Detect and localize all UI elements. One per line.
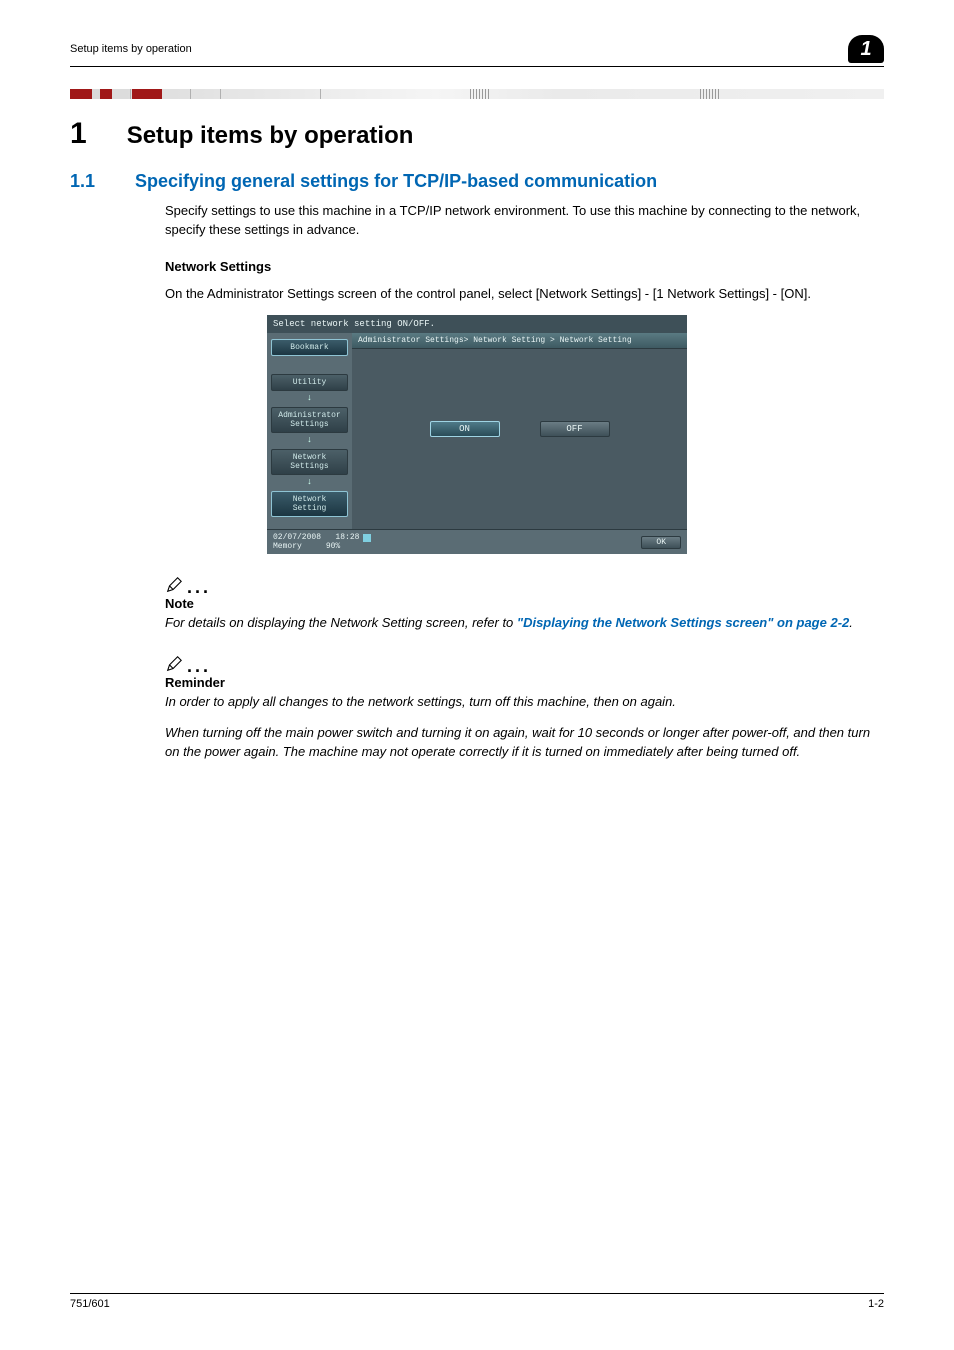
instruction-paragraph: On the Administrator Settings screen of … — [165, 285, 884, 304]
chapter-badge: 1 — [848, 35, 884, 63]
note-block: ... Note For details on displaying the N… — [165, 576, 884, 633]
arrow-down-icon: ↓ — [271, 477, 348, 487]
footer-right: 1-2 — [868, 1298, 884, 1310]
decorative-bar — [70, 89, 884, 99]
ok-button[interactable]: OK — [641, 536, 681, 549]
heading-1: 1 Setup items by operation — [70, 117, 884, 151]
memory-label: Memory — [273, 542, 302, 551]
pencil-icon — [165, 655, 183, 673]
screenshot-sidebar: Bookmark Utility ↓ Administrator Setting… — [267, 333, 352, 529]
dots-icon: ... — [187, 582, 211, 594]
reminder-title: Reminder — [165, 675, 884, 690]
reminder-paragraph-1: In order to apply all changes to the net… — [165, 693, 884, 712]
status-bar-left: 02/07/2008 18:28 Memory 90% — [273, 533, 371, 551]
pencil-icon — [165, 576, 183, 594]
reminder-paragraph-2: When turning off the main power switch a… — [165, 724, 884, 762]
page-footer: 751/601 1-2 — [70, 1293, 884, 1310]
control-panel-screenshot: Select network setting ON/OFF. Bookmark … — [267, 315, 687, 554]
status-date: 02/07/2008 — [273, 533, 321, 542]
admin-settings-button[interactable]: Administrator Settings — [271, 407, 348, 433]
memory-icon — [363, 534, 371, 542]
heading-2-text: Specifying general settings for TCP/IP-b… — [135, 171, 657, 192]
utility-button[interactable]: Utility — [271, 374, 348, 391]
bookmark-button[interactable]: Bookmark — [271, 339, 348, 356]
screenshot-instruction: Select network setting ON/OFF. — [267, 315, 687, 333]
footer-left: 751/601 — [70, 1298, 110, 1310]
intro-paragraph: Specify settings to use this machine in … — [165, 202, 884, 240]
reminder-block: ... Reminder In order to apply all chang… — [165, 655, 884, 762]
status-time: 18:28 — [335, 533, 359, 542]
note-title: Note — [165, 596, 884, 611]
arrow-down-icon: ↓ — [271, 435, 348, 445]
heading-1-text: Setup items by operation — [127, 122, 414, 150]
heading-3: Network Settings — [165, 258, 884, 277]
off-button[interactable]: OFF — [540, 421, 610, 437]
dots-icon: ... — [187, 661, 211, 673]
network-setting-button[interactable]: Network Setting — [271, 491, 348, 517]
note-text-pre: For details on displaying the Network Se… — [165, 615, 517, 630]
memory-value: 90% — [326, 542, 340, 551]
on-button[interactable]: ON — [430, 421, 500, 437]
running-header-text: Setup items by operation — [70, 43, 192, 55]
breadcrumb: Administrator Settings> Network Setting … — [352, 333, 687, 349]
network-settings-button[interactable]: Network Settings — [271, 449, 348, 475]
running-header: Setup items by operation 1 — [70, 35, 884, 67]
heading-2-number: 1.1 — [70, 171, 95, 192]
note-text-post: . — [849, 615, 853, 630]
heading-1-number: 1 — [70, 117, 87, 151]
cross-reference-link[interactable]: "Displaying the Network Settings screen"… — [517, 615, 849, 630]
heading-2: 1.1 Specifying general settings for TCP/… — [70, 171, 884, 192]
arrow-down-icon: ↓ — [271, 393, 348, 403]
note-body: For details on displaying the Network Se… — [165, 614, 884, 633]
